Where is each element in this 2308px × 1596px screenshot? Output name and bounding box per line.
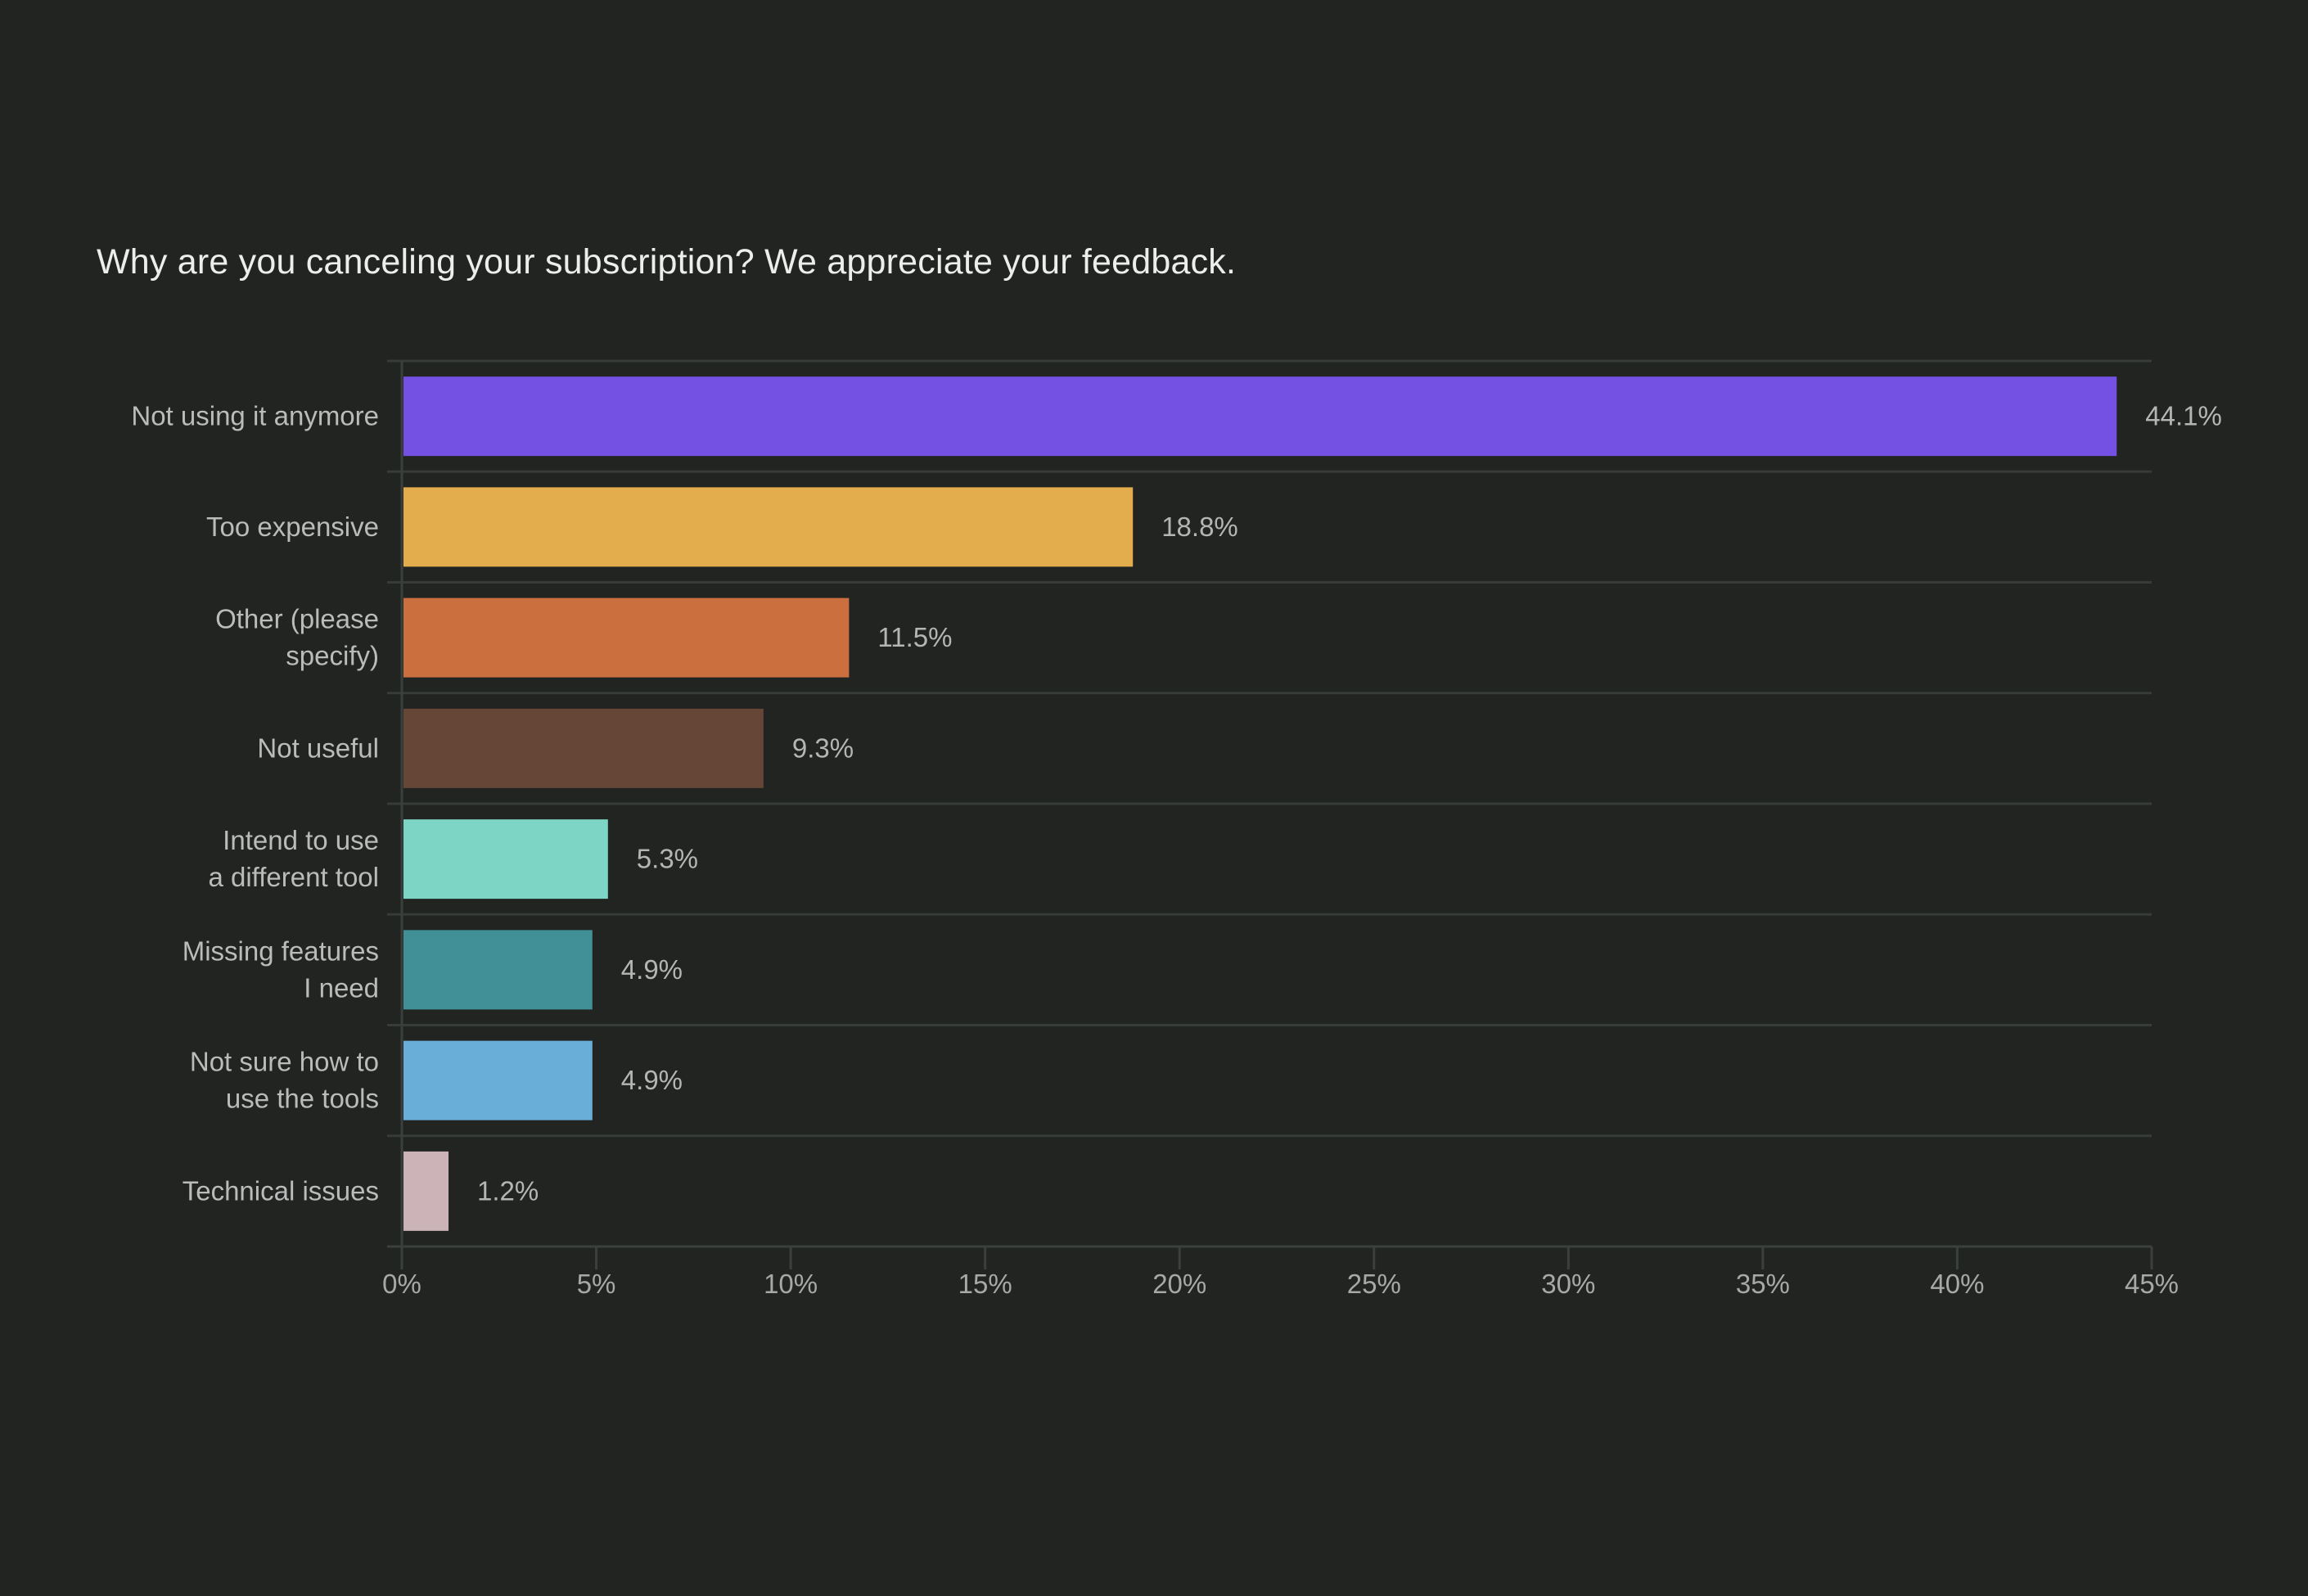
x-tick-label: 35%: [1736, 1269, 1790, 1299]
bar[interactable]: [403, 376, 2117, 457]
category-label: use the tools: [226, 1084, 379, 1114]
category-label: Not sure how to: [190, 1047, 379, 1077]
bar[interactable]: [403, 597, 850, 678]
bar[interactable]: [403, 930, 593, 1010]
bar[interactable]: [403, 708, 764, 788]
x-tick-label: 10%: [764, 1269, 818, 1299]
x-tick-label: 20%: [1152, 1269, 1206, 1299]
x-tick-label: 30%: [1541, 1269, 1595, 1299]
category-label: Intend to use: [223, 825, 379, 855]
bar-chart: Not using it anymore Too expensive Other (…: [131, 359, 2222, 1299]
category-labels: Not using it anymore Too expensive Other (…: [131, 401, 379, 1206]
x-tick-label: 40%: [1930, 1269, 1984, 1299]
value-label: 9.3%: [792, 733, 854, 763]
x-tick-label: 15%: [958, 1269, 1012, 1299]
value-label: 4.9%: [621, 1065, 683, 1095]
x-tick-label: 25%: [1347, 1269, 1401, 1299]
x-tick-label: 5%: [577, 1269, 616, 1299]
value-label: 11.5%: [877, 622, 952, 652]
category-label: Technical issues: [183, 1175, 379, 1206]
category-label: I need: [304, 972, 379, 1003]
bar[interactable]: [403, 1151, 449, 1231]
value-label: 18.8%: [1161, 512, 1238, 542]
category-label: Other (please: [215, 604, 379, 634]
category-label: Too expensive: [206, 512, 379, 542]
category-label: Missing features: [183, 936, 379, 966]
category-label: Not using it anymore: [131, 401, 379, 431]
value-label: 5.3%: [637, 844, 698, 874]
category-label: specify): [286, 641, 379, 671]
x-tick-label: 0%: [382, 1269, 421, 1299]
value-label: 4.9%: [621, 954, 683, 985]
bar[interactable]: [403, 819, 608, 899]
bar[interactable]: [403, 1040, 593, 1120]
category-label: a different tool: [208, 862, 379, 892]
value-label: 44.1%: [2145, 401, 2222, 431]
value-label: 1.2%: [477, 1175, 539, 1206]
bar[interactable]: [403, 487, 1134, 567]
x-tick-label: 45%: [2125, 1269, 2179, 1299]
category-label: Not useful: [257, 733, 379, 763]
